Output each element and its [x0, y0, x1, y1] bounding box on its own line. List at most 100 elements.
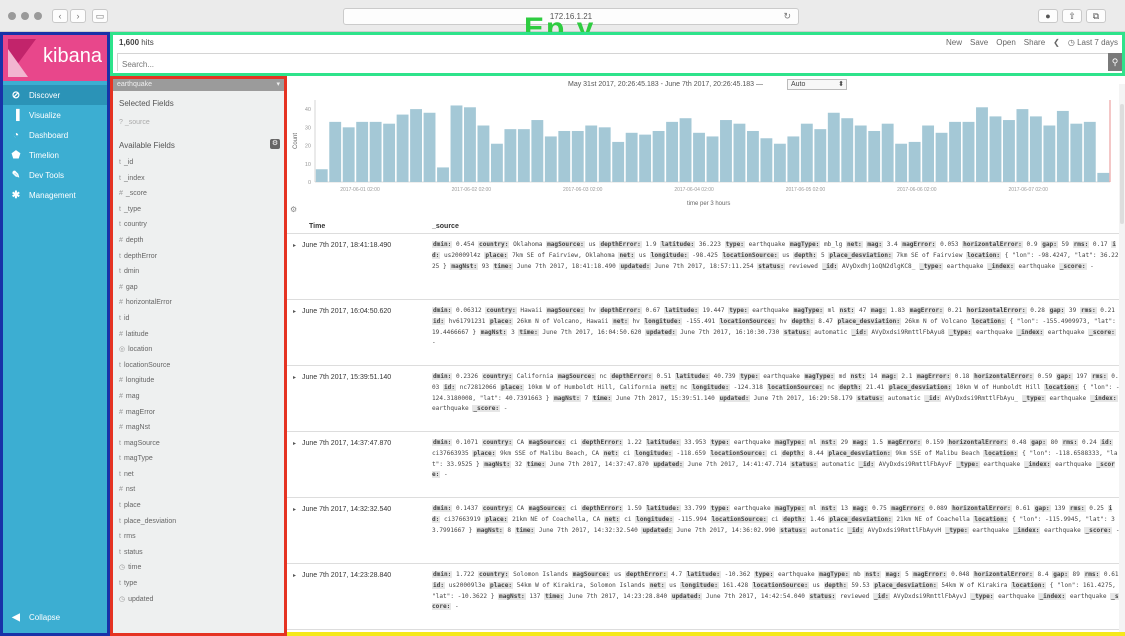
col-source[interactable]: _source: [432, 223, 459, 230]
field-item[interactable]: t _type: [113, 202, 284, 218]
field-item[interactable]: t place: [113, 498, 284, 514]
source-value: hv61791231: [448, 317, 486, 325]
field-item[interactable]: t dmin: [113, 264, 284, 280]
source-key: location:: [973, 515, 1009, 523]
field-item[interactable]: t _index: [113, 171, 284, 187]
expand-row-icon[interactable]: ▸: [293, 374, 296, 381]
kibana-nav: kibana ⊘ Discover ▐ Visualize ◔ Dashboard ⬟ Tim…: [0, 32, 110, 636]
field-item[interactable]: # longitude: [113, 373, 284, 389]
source-key: _id:: [924, 394, 942, 402]
time-picker[interactable]: ◷ Last 7 days: [1068, 38, 1118, 47]
source-value: 40.739: [713, 373, 736, 380]
save-button[interactable]: Save: [970, 38, 988, 47]
field-item[interactable]: # horizontalError: [113, 295, 284, 311]
source-key: type:: [709, 439, 731, 446]
field-item[interactable]: t place_desviation: [113, 514, 284, 530]
nav-item-visualize[interactable]: ▐ Visualize: [3, 105, 107, 125]
scrollbar-thumb[interactable]: [1120, 104, 1124, 224]
reload-icon[interactable]: ↻: [783, 9, 791, 24]
table-row[interactable]: ▸ June 7th 2017, 14:23:28.840 dmin: 1.722 …: [287, 564, 1125, 630]
field-item[interactable]: # nst: [113, 482, 284, 498]
field-item[interactable]: t net: [113, 467, 284, 483]
field-item[interactable]: # magNst: [113, 420, 284, 436]
field-item[interactable]: # mag: [113, 389, 284, 405]
forward-icon[interactable]: ›: [70, 9, 86, 23]
field-item[interactable]: t locationSource: [113, 358, 284, 374]
source-key: _index:: [1038, 592, 1067, 600]
expand-row-icon[interactable]: ▸: [293, 308, 296, 315]
field-item[interactable]: # _score: [113, 186, 284, 202]
back-icon[interactable]: ‹: [52, 9, 68, 23]
expand-row-icon[interactable]: ▸: [293, 242, 296, 249]
field-item[interactable]: # depth: [113, 233, 284, 249]
row-source: dmin: 0.2326 country: California magSour…: [432, 372, 1120, 415]
selected-field-source[interactable]: ? _source: [113, 113, 284, 133]
nav-item-dev-tools[interactable]: ✎ Dev Tools: [3, 165, 107, 185]
table-row[interactable]: ▸ June 7th 2017, 15:39:51.140 dmin: 0.2326…: [287, 366, 1125, 432]
table-row[interactable]: ▸ June 7th 2017, 14:32:32.540 dmin: 0.1437…: [287, 498, 1125, 564]
col-time[interactable]: Time: [309, 223, 325, 230]
nav-item-timelion[interactable]: ⬟ Timelion: [3, 145, 107, 165]
histogram-bar: [854, 125, 867, 182]
nav-item-dashboard[interactable]: ◔ Dashboard: [3, 125, 107, 145]
source-key: net:: [603, 515, 621, 523]
sidebar-toggle-icon[interactable]: ▭: [92, 9, 108, 23]
source-key: rms:: [1083, 571, 1101, 578]
window-controls[interactable]: [8, 12, 42, 20]
search-input[interactable]: [118, 56, 1121, 73]
field-item[interactable]: # gap: [113, 280, 284, 296]
field-item[interactable]: ◷ time: [113, 560, 284, 576]
expand-row-icon[interactable]: ▸: [293, 572, 296, 579]
field-item[interactable]: t _id: [113, 155, 284, 171]
field-item[interactable]: t type: [113, 576, 284, 592]
discover-main: May 31st 2017, 20:26:45.183 - June 7th 2…: [287, 76, 1125, 636]
field-item[interactable]: # magError: [113, 405, 284, 421]
chart-settings-icon[interactable]: ⚙: [290, 205, 297, 214]
nav-item-discover[interactable]: ⊘ Discover: [3, 85, 107, 105]
field-type-icon: t: [119, 455, 121, 463]
y-tick-label: 40: [305, 107, 311, 113]
field-item[interactable]: t id: [113, 311, 284, 327]
field-item[interactable]: ◷ updated: [113, 592, 284, 608]
field-item[interactable]: ◎ location: [113, 342, 284, 358]
field-item[interactable]: t rms: [113, 529, 284, 545]
table-row[interactable]: ▸ June 7th 2017, 14:37:47.870 dmin: 0.1071…: [287, 432, 1125, 498]
expand-row-icon[interactable]: ▸: [293, 506, 296, 513]
source-key: rms:: [1068, 505, 1086, 512]
tabs-icon[interactable]: ⧉: [1086, 9, 1106, 23]
index-pattern-selector[interactable]: earthquake ▾: [113, 79, 284, 91]
gear-icon[interactable]: ⚙: [270, 139, 280, 149]
source-value: -155.491: [685, 317, 716, 325]
source-key: latitude:: [663, 307, 699, 314]
field-name: latitude: [125, 330, 149, 338]
info-icon[interactable]: ●: [1038, 9, 1058, 23]
source-value: -: [1090, 262, 1094, 270]
field-item[interactable]: t magSource: [113, 436, 284, 452]
open-button[interactable]: Open: [996, 38, 1016, 47]
collapse-button[interactable]: ◀ Collapse: [3, 607, 107, 627]
kibana-logo[interactable]: kibana: [3, 35, 107, 81]
new-button[interactable]: New: [946, 38, 962, 47]
source-key: latitude:: [660, 241, 696, 248]
chevron-left-icon[interactable]: ❮: [1053, 38, 1060, 47]
search-icon[interactable]: ⚲: [1108, 53, 1122, 71]
scrollbar[interactable]: [1119, 84, 1125, 636]
source-value: 5: [905, 571, 909, 578]
field-item[interactable]: # latitude: [113, 327, 284, 343]
source-value: 139: [1054, 505, 1066, 512]
field-item[interactable]: t country: [113, 217, 284, 233]
field-item[interactable]: t depthError: [113, 249, 284, 265]
table-row[interactable]: ▸ June 7th 2017, 16:04:50.620 dmin: 0.0631…: [287, 300, 1125, 366]
expand-row-icon[interactable]: ▸: [293, 440, 296, 447]
interval-select[interactable]: Auto ⬍: [787, 79, 847, 90]
source-value: 0.18: [954, 373, 970, 380]
histogram-bar: [639, 134, 652, 182]
source-key: locationSource:: [709, 449, 767, 457]
field-item[interactable]: t status: [113, 545, 284, 561]
field-item[interactable]: t magType: [113, 451, 284, 467]
share-icon[interactable]: ⇧: [1062, 9, 1082, 23]
share-button[interactable]: Share: [1024, 38, 1045, 47]
source-value: 29: [840, 439, 849, 446]
table-row[interactable]: ▸ June 7th 2017, 18:41:18.490 dmin: 0.454 …: [287, 234, 1125, 300]
nav-item-management[interactable]: ✱ Management: [3, 185, 107, 205]
